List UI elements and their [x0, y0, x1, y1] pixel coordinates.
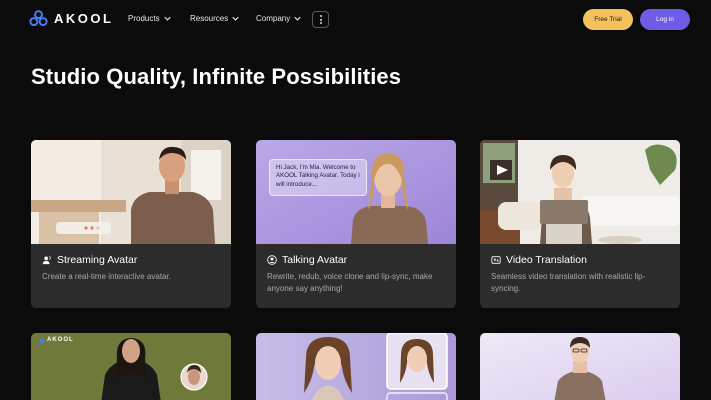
card-talking-avatar[interactable]: Hi Jack, I'm Mia. Welcome to AKOOL Talki… [256, 140, 456, 308]
card-title: Talking Avatar [282, 254, 348, 266]
card-title-row: Streaming Avatar [42, 254, 137, 266]
free-trial-button[interactable]: Free Trial [583, 9, 633, 30]
streaming-avatar-icon [42, 255, 51, 265]
talking-avatar-thumbnail: Hi Jack, I'm Mia. Welcome to AKOOL Talki… [256, 140, 456, 244]
nav-company-label: Company [256, 14, 291, 23]
speech-bubble-text: Hi Jack, I'm Mia. Welcome to AKOOL Talki… [276, 164, 360, 188]
speech-bubble: Hi Jack, I'm Mia. Welcome to AKOOL Talki… [269, 159, 367, 196]
card-title-row: Video Translation [491, 254, 587, 266]
presenter-avatar-thumbnail [480, 333, 680, 400]
more-dots-icon [319, 22, 322, 25]
video-translation-icon [491, 256, 501, 264]
more-dots-icon [319, 18, 322, 21]
card-description: Rewrite, redub, voice clone and lip-sync… [267, 272, 433, 293]
card-title: Video Translation [506, 254, 587, 266]
chevron-down-icon [232, 16, 239, 21]
card-description: Create a real-time interactive avatar. [42, 272, 171, 281]
streaming-avatar-thumbnail [31, 140, 231, 244]
card-video-translation[interactable]: Video Translation Seamless video transla… [480, 140, 680, 308]
akool-logo[interactable]: AKOOL [29, 10, 113, 27]
card-description: Seamless video translation with realisti… [491, 272, 646, 293]
nav-resources[interactable]: Resources [190, 14, 239, 23]
more-menu-button[interactable] [312, 11, 329, 28]
talking-avatar-icon [267, 255, 277, 265]
akool-logo-icon [29, 10, 48, 27]
watermark-logo: AKOOL [47, 337, 74, 343]
card-title: Streaming Avatar [57, 254, 138, 266]
chevron-down-icon [294, 16, 301, 21]
card-title-row: Talking Avatar [267, 254, 347, 266]
card-bottom-2[interactable] [256, 333, 456, 400]
card-bottom-3[interactable] [480, 333, 680, 400]
card-streaming-avatar[interactable]: Streaming Avatar Create a real-time inte… [31, 140, 231, 308]
page-title: Studio Quality, Infinite Possibilities [31, 64, 402, 89]
fashion-avatar-thumbnail [31, 333, 231, 400]
nav-products[interactable]: Products [128, 14, 171, 23]
nav-products-label: Products [128, 14, 160, 23]
nav-company[interactable]: Company [256, 14, 301, 23]
brand-name: AKOOL [54, 11, 114, 26]
top-nav: AKOOL Products Resources Company Free Tr… [0, 0, 711, 40]
login-button[interactable]: Log in [640, 9, 690, 30]
nav-resources-label: Resources [190, 14, 229, 23]
more-dots-icon [319, 14, 322, 17]
video-translation-thumbnail [480, 140, 680, 244]
card-bottom-1[interactable]: AKOOL [31, 333, 231, 400]
face-swap-thumbnail [256, 333, 456, 400]
chevron-down-icon [163, 16, 171, 21]
